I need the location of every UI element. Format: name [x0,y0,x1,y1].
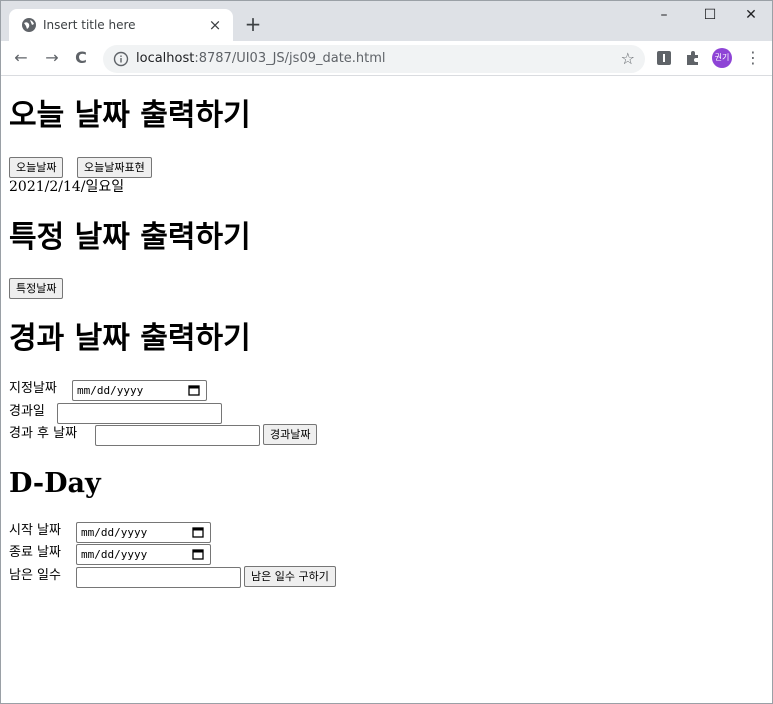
today-output: 2021/2/14/일요일 [9,179,125,195]
maximize-button[interactable]: ☐ [687,1,733,31]
reload-button[interactable]: C [70,47,92,69]
heading-specific-date: 특정 날짜 출력하기 [9,220,251,255]
tab-close-icon[interactable]: × [205,15,225,35]
end-date-label: 종료 날짜 [9,545,61,560]
end-date-input[interactable]: mm/dd/yyyy [76,544,211,565]
address-bar[interactable]: localhost:8787/UI03_JS/js09_date.html ☆ [103,45,645,73]
after-date-label: 경과 후 날짜 [9,426,78,441]
close-window-button[interactable]: ✕ [728,1,773,31]
elapsed-date-button[interactable]: 경과날짜 [263,424,318,445]
browser-tab[interactable]: Insert title here × [9,9,233,41]
profile-avatar[interactable]: 권기 [712,48,732,68]
bookmark-star-icon[interactable]: ☆ [621,49,635,68]
today-expression-button[interactable]: 오늘날짜표현 [77,157,152,178]
extension-icon[interactable] [656,50,672,66]
browser-toolbar: ← → C localhost:8787/UI03_JS/js09_date.h… [1,41,772,76]
start-date-label: 시작 날짜 [9,523,61,538]
url-text: localhost:8787/UI03_JS/js09_date.html [136,51,386,66]
elapsed-days-input[interactable] [57,403,222,424]
minimize-button[interactable]: – [641,1,687,31]
remaining-days-input[interactable] [76,567,241,588]
forward-button[interactable]: → [41,47,63,69]
after-date-input[interactable] [95,425,260,446]
browser-window: Insert title here × + – ☐ ✕ ← → C localh… [0,0,773,704]
globe-icon [21,17,37,33]
heading-today: 오늘 날짜 출력하기 [9,98,251,133]
back-button[interactable]: ← [10,47,32,69]
puzzle-extensions-icon[interactable] [685,50,701,66]
browser-menu-icon[interactable]: ⋮ [745,47,761,69]
info-icon[interactable] [113,51,129,67]
page-content: 오늘 날짜 출력하기 오늘날짜 오늘날짜표현 2021/2/14/일요일 특정 … [1,76,772,703]
today-button[interactable]: 오늘날짜 [9,157,64,178]
heading-d-day: D-Day [9,468,101,499]
remaining-days-label: 남은 일수 [9,568,61,583]
remaining-days-button[interactable]: 남은 일수 구하기 [244,566,336,587]
calendar-icon[interactable] [192,526,204,538]
calendar-icon[interactable] [192,548,204,560]
calendar-icon[interactable] [188,384,200,396]
tab-title: Insert title here [43,18,136,32]
elapsed-days-label: 경과일 [9,404,45,419]
specific-date-button[interactable]: 특정날짜 [9,278,64,299]
start-date-input[interactable]: mm/dd/yyyy [76,522,211,543]
new-tab-button[interactable]: + [241,12,265,36]
designated-date-input[interactable]: mm/dd/yyyy [72,380,207,401]
designated-date-label: 지정날짜 [9,381,57,396]
heading-elapsed-date: 경과 날짜 출력하기 [9,321,251,356]
tab-strip: Insert title here × + – ☐ ✕ [1,1,772,41]
